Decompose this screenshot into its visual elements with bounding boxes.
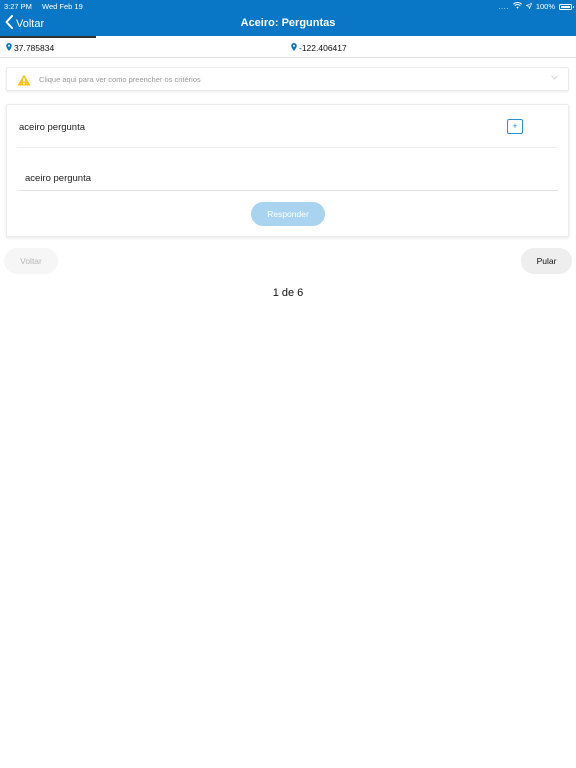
- status-bar: 3:27 PM Wed Feb 19 .... 100%: [0, 0, 576, 12]
- location-bar: 37.785834 -122.406417: [0, 36, 576, 58]
- question-title: aceiro pergunta: [19, 122, 86, 133]
- progress-bar: [0, 36, 97, 38]
- map-pin-icon: [6, 43, 12, 53]
- longitude-value: -122.406417: [299, 43, 347, 53]
- wifi-icon: [512, 2, 522, 11]
- longitude-display: -122.406417: [291, 43, 347, 53]
- battery-percent: 100%: [535, 2, 555, 11]
- location-arrow-icon: [525, 2, 533, 11]
- add-button[interactable]: +: [507, 119, 523, 134]
- answer-input[interactable]: [17, 167, 558, 191]
- battery-icon: [559, 3, 574, 10]
- page-title: Aceiro: Perguntas: [240, 17, 336, 29]
- criteria-hint-text: Clique aqui para ver como preencher os c…: [39, 75, 201, 84]
- warning-icon: [17, 73, 31, 86]
- signal-icon: ....: [498, 2, 509, 11]
- respond-button[interactable]: Responder: [251, 202, 325, 226]
- skip-button[interactable]: Pular: [521, 248, 572, 274]
- map-pin-icon: [291, 43, 297, 53]
- latitude-value: 37.785834: [14, 43, 55, 53]
- latitude-display: 37.785834: [6, 43, 54, 53]
- chevron-down-icon: [551, 75, 558, 82]
- previous-button[interactable]: Voltar: [4, 248, 58, 274]
- status-date: Wed Feb 19: [42, 2, 83, 11]
- divider: [17, 147, 558, 148]
- navigation-bar: Voltar Aceiro: Perguntas: [0, 12, 576, 36]
- status-time: 3:27 PM: [4, 2, 32, 11]
- question-card: aceiro pergunta + Responder: [6, 104, 569, 237]
- page-indicator: 1 de 6: [272, 287, 304, 299]
- criteria-hint-banner[interactable]: Clique aqui para ver como preencher os c…: [6, 67, 569, 91]
